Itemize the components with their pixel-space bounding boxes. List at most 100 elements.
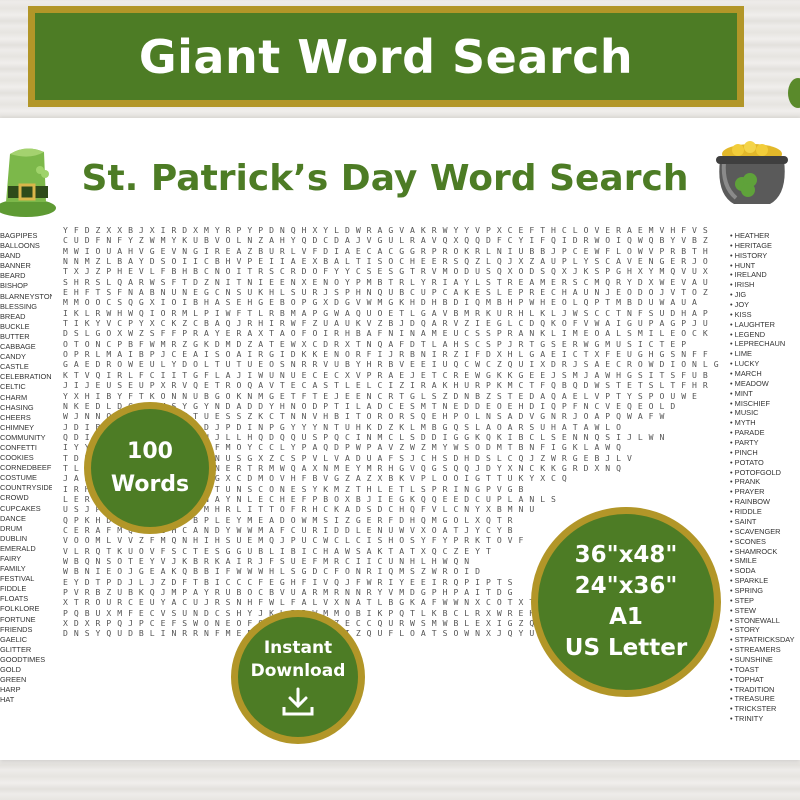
grid-row: Y X H I B Y F T K O N N U B G O K N M G … [63,390,698,401]
size-line2: 24"x36" [574,573,678,599]
download-line2: Download [250,661,346,681]
word-list-item: PARTY [730,438,800,448]
word-list-item: JIG [730,290,800,300]
word-list-item: BAGPIPES [0,231,38,240]
grid-row: T I K Y V C P Y X C K Z C B A Q J R H I … [63,318,709,329]
word-list-item: CROWD [0,493,29,503]
word-list-item: COOKIES [0,453,34,463]
word-list-item: GLITTER [0,644,32,654]
word-list-item: BLESSING [0,301,37,311]
word-list-item: TRADITION [730,685,800,695]
instant-download-badge: Instant Download [231,610,365,744]
word-list-item: MUSIC [730,408,800,418]
word-list-item: SCAVENGER [730,527,800,537]
grid-row: O P R L M A I B P J C E A I S O A I R G … [63,349,709,360]
word-list-item: FRIENDS [0,624,33,634]
word-list-item: LAUGHTER [730,320,800,330]
word-list-item: LUCKY [730,359,800,369]
word-list-item: SAINT [730,517,800,527]
word-list-item: MINT [730,389,800,399]
word-list-item: PARADE [730,428,800,438]
word-list-item: PRAYER [730,487,800,497]
word-list-item: CHEERS [0,412,31,422]
grid-row: N N M Z L B A Y D S O I I C B H V P E I … [63,256,709,267]
word-list-item: CUPCAKES [0,503,41,513]
word-list-item: CHIMNEY [0,422,35,432]
word-list-item: SUNSHINE [730,655,800,665]
grid-row: O T O N C P B F W M R Z G K D M D Z A T … [63,338,687,349]
word-list-item: KISS [730,310,800,320]
word-list-item: FESTIVAL [0,574,35,584]
word-list-item: SODA [730,566,800,576]
word-list-item: SPRING [730,586,800,596]
word-list-item: CANDY [0,352,26,362]
word-list-item: CELTIC [0,382,26,392]
word-count-label: Words [110,472,190,497]
word-list-item: GAELIC [0,634,28,644]
banner-title: Giant Word Search [35,13,737,100]
grid-row: S H R S L Q A R W S F T D Z N I T N I E … [63,276,709,287]
grid-row: M M O O C S Q G X I O I B H A S E H G E … [63,297,698,308]
title-banner: Giant Word Search [28,6,744,107]
word-list-item: GREEN [0,675,27,685]
word-list-item: LEPRECHAUN [730,339,800,349]
word-list-item: PINCH [730,448,800,458]
word-list-item: HISTORY [730,251,800,261]
word-list-item: HAT [0,695,15,705]
word-list-item: HUNT [730,261,800,271]
word-list-item: DANCE [0,513,26,523]
word-list-item: FAIRY [0,554,22,563]
leprechaun-hat-icon [0,148,56,217]
word-list-item: CASTLE [0,362,29,372]
word-list-item: IRISH [730,280,800,290]
word-list-item: TRICKSTER [730,704,800,714]
poster-title: St. Patrick’s Day Word Search [81,158,689,199]
word-list-item: BANNER [0,261,31,271]
word-list-item: BUTTER [0,331,30,341]
word-list-item: RIDDLE [730,507,800,517]
word-list-item: BALLOONS [0,241,40,251]
word-list-item: MYTH [730,418,800,428]
word-list-item: POTATO [730,458,800,468]
word-list-item: FOLKLORE [0,604,40,614]
word-list-item: FIDDLE [0,584,27,594]
grid-row: D S L G O X W Z S F F P R A Y E R A X T … [63,328,709,339]
word-list-item: MARCH [730,369,800,379]
word-list-item: LIME [730,349,800,359]
word-list-item: POTOFGOLD [730,468,800,478]
word-list-item: CHASING [0,402,34,412]
word-list-item: MEADOW [730,379,800,389]
word-list-item: GOLD [0,665,21,675]
word-count-number: 100 [127,439,173,464]
word-count-badge: 100 Words [84,402,216,534]
word-list-item: COMMUNITY [0,432,46,442]
download-line1: Instant [263,638,333,658]
word-list-item: COUNTRYSIDE [0,483,52,493]
word-list-item: RAINBOW [730,497,800,507]
grid-row: Y F D Z X X B J X I R D X M Y R P Y P D … [63,225,709,235]
word-list-item: EMERALD [0,543,36,553]
word-list-item: STPATRICKSDAY [730,635,800,645]
shamrock-leaf-icon [788,78,800,108]
size-line3: A1 [609,604,643,630]
word-list-item: IRELAND [730,270,800,280]
word-list-item: FORTUNE [0,614,36,624]
grid-row: J I J E U S E U P X R V Q E T R O Q A V … [63,380,709,391]
word-list-item: DUBLIN [0,533,28,543]
size-line1: 36"x48" [574,542,678,568]
word-list-item: BUCKLE [0,321,30,331]
word-list-item: SPARKLE [730,576,800,586]
word-list-item: STEP [730,596,800,606]
size-line4: US Letter [564,635,688,661]
word-list-item: PRANK [730,477,800,487]
grid-row: I K L R W H W Q I O R M L P I W F T L R … [63,307,709,318]
word-list-item: TREASURE [730,694,800,704]
grid-row: G A E D R O W E U L Y D O L T U T U E O … [63,359,720,370]
word-list-item: STEW [730,606,800,616]
word-list-item: GOODTIMES [0,654,46,664]
word-list-item: FLOATS [0,594,29,604]
word-list-item: CELEBRATION [0,372,52,382]
word-list-item: MISCHIEF [730,399,800,409]
word-list-item: BISHOP [0,281,28,291]
word-list-item: JOY [730,300,800,310]
